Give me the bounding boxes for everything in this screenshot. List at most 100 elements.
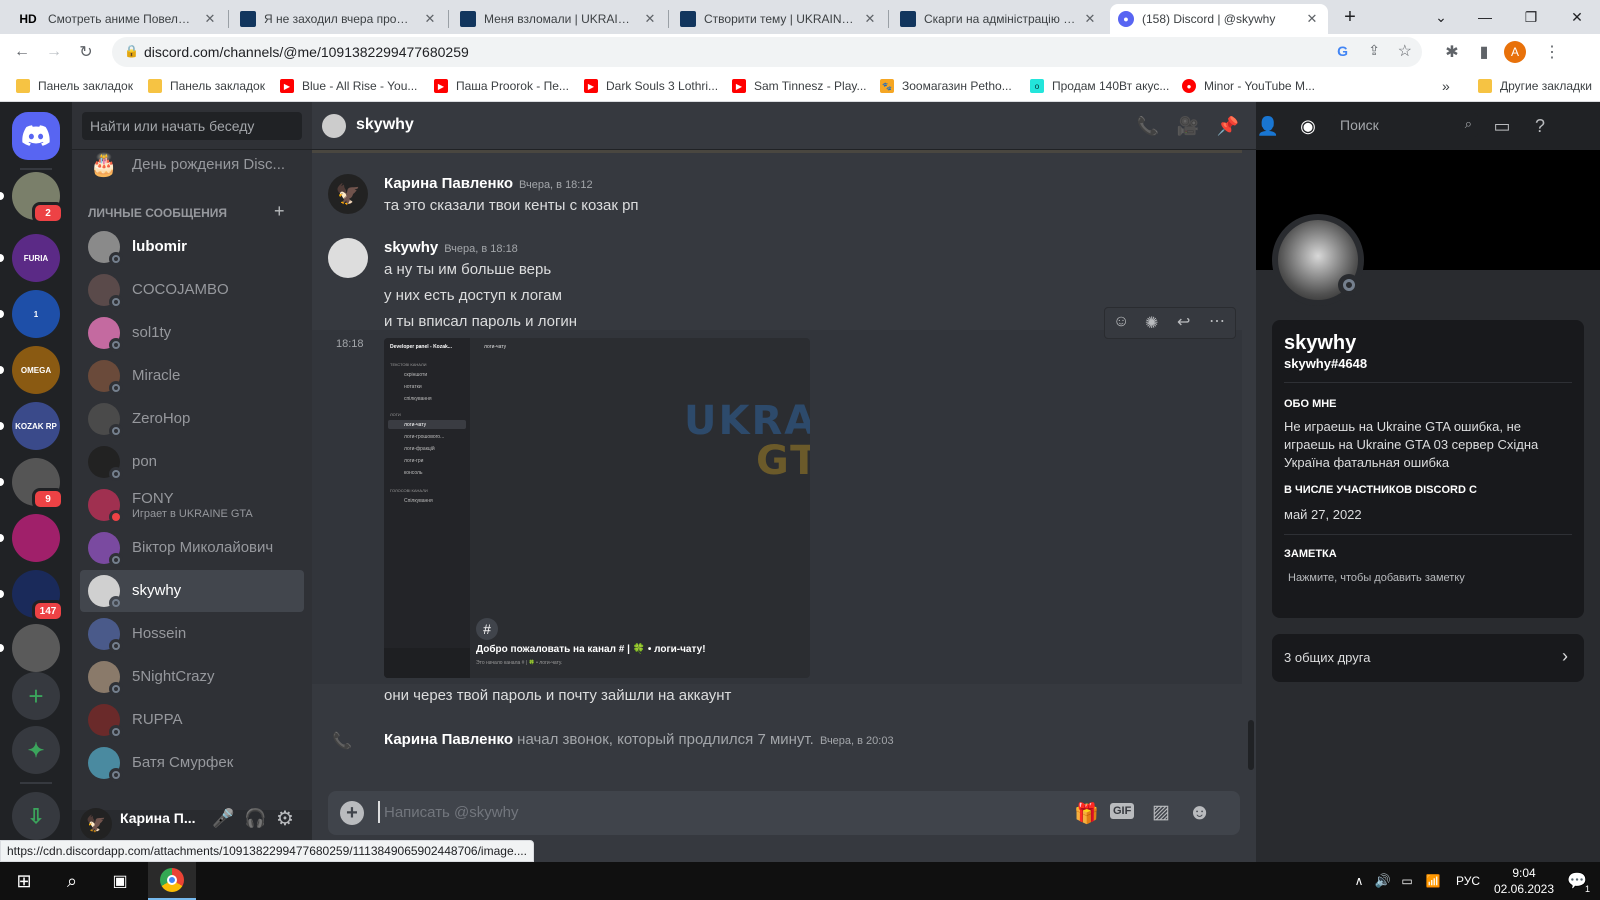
explore-servers-icon[interactable]: ✦ — [12, 726, 60, 774]
download-apps-icon[interactable]: ⇩ — [12, 792, 60, 840]
pinned-messages-icon[interactable]: 📌 — [1216, 114, 1240, 138]
dm-item[interactable]: RUPPA — [80, 699, 304, 741]
extensions-icon[interactable]: ✱ — [1440, 40, 1464, 64]
server-icon[interactable]: 147 — [0, 570, 64, 622]
server-icon[interactable]: 2 — [0, 172, 64, 224]
browser-tab[interactable]: HD Смотреть аниме Повелитель ✕ — [8, 4, 226, 34]
settings-gear-icon[interactable]: ⚙ — [276, 806, 294, 831]
browser-tab[interactable]: Меня взломали | UKRAINE G ✕ — [452, 4, 666, 34]
server-icon[interactable]: 1 — [0, 290, 60, 338]
browser-tab[interactable]: Я не заходил вчера прошу р ✕ — [232, 4, 446, 34]
user-avatar[interactable]: 🦅 — [80, 808, 112, 840]
bookmark-item[interactable]: ▶ Blue - All Rise - You... — [280, 77, 417, 95]
message-author[interactable]: Карина Павленко Вчера, в 18:12 — [384, 175, 593, 192]
mutual-friends-button[interactable]: 3 общих друга › — [1272, 634, 1584, 682]
reply-icon[interactable]: ↩ — [1177, 312, 1190, 332]
dm-item[interactable]: Hossein — [80, 613, 304, 655]
dm-item[interactable]: skywhy — [80, 570, 304, 612]
tab-close-icon[interactable]: ✕ — [1304, 11, 1320, 27]
dm-item[interactable]: pon — [80, 441, 304, 483]
bookmark-item[interactable]: ▶ Sam Tinnesz - Play... — [732, 77, 866, 95]
create-dm-icon[interactable]: + — [274, 201, 285, 222]
server-icon[interactable]: 9 — [0, 458, 64, 510]
bookmark-item[interactable]: Панель закладок — [16, 77, 133, 95]
dm-item[interactable]: Віктор Миколайович — [80, 527, 304, 569]
find-conversation-input[interactable]: Найти или начать беседу — [82, 112, 302, 140]
dm-item[interactable]: ZeroHop — [80, 398, 304, 440]
server-icon[interactable]: FURIA — [0, 234, 60, 282]
super-reaction-icon[interactable]: ✺ — [1145, 313, 1158, 333]
chat-scrollbar[interactable] — [1248, 720, 1254, 770]
bookmark-item[interactable]: ▶ Паша Proorok - Пе... — [434, 77, 569, 95]
dm-item[interactable]: lubomir — [80, 226, 304, 268]
tab-close-icon[interactable]: ✕ — [862, 11, 878, 27]
network-icon[interactable]: 📶 — [1422, 862, 1444, 900]
bookmark-star-icon[interactable]: ☆ — [1398, 41, 1412, 61]
battery-icon[interactable]: ▭ — [1396, 862, 1418, 900]
tab-close-icon[interactable]: ✕ — [1082, 11, 1098, 27]
search-input[interactable]: Поиск ⌕ — [1334, 113, 1478, 137]
dm-item[interactable]: sol1ty — [80, 312, 304, 354]
search-icon[interactable]: ⌕ — [48, 862, 96, 900]
voice-call-icon[interactable]: 📞 — [1136, 114, 1160, 138]
side-panel-icon[interactable]: ▮ — [1472, 40, 1496, 64]
author-avatar[interactable]: 🦅 — [328, 174, 368, 214]
tab-close-icon[interactable]: ✕ — [642, 11, 658, 27]
windows-start-icon[interactable]: ⊞ — [0, 862, 48, 900]
bookmark-item[interactable]: o Продам 140Вт акус... — [1030, 77, 1169, 95]
browser-tab[interactable]: Скарги на адміністрацію | U ✕ — [892, 4, 1106, 34]
server-icon[interactable]: KOZAK RP — [0, 402, 60, 450]
author-avatar[interactable] — [328, 238, 368, 278]
dm-item[interactable]: FONY Играет в UKRAINE GTA — [80, 484, 304, 526]
dm-item[interactable]: Miracle — [80, 355, 304, 397]
more-options-icon[interactable]: ⋯ — [1209, 311, 1225, 331]
browser-tab[interactable]: Створити тему | UKRAINE GT ✕ — [672, 4, 886, 34]
add-reaction-icon[interactable]: ☺ — [1113, 313, 1129, 331]
bookmarks-more-icon[interactable]: » — [1442, 77, 1450, 95]
video-call-icon[interactable]: 🎥 — [1176, 114, 1200, 138]
note-input[interactable]: Нажмите, чтобы добавить заметку — [1288, 572, 1465, 584]
sticker-icon[interactable]: ▨ — [1152, 801, 1170, 824]
reload-icon[interactable]: ↻ — [74, 40, 98, 64]
menu-kebab-icon[interactable]: ⋮ — [1540, 40, 1564, 64]
emoji-icon[interactable]: ☻ — [1188, 799, 1211, 825]
gif-icon[interactable]: GIF — [1110, 803, 1135, 819]
chrome-taskbar-icon[interactable] — [148, 862, 196, 900]
discord-home-icon[interactable] — [12, 112, 60, 160]
server-icon[interactable] — [0, 624, 60, 672]
help-icon[interactable]: ? — [1528, 114, 1552, 138]
headphones-icon[interactable]: 🎧 — [244, 808, 266, 829]
message-author[interactable]: skywhy Вчера, в 18:18 — [384, 239, 518, 256]
bookmark-item[interactable]: ● Minor - YouTube M... — [1182, 77, 1315, 95]
task-view-icon[interactable]: ▣ — [96, 862, 144, 900]
close-window-icon[interactable]: ✕ — [1554, 0, 1600, 34]
add-friends-icon[interactable]: 👤 — [1256, 114, 1280, 138]
new-tab-button[interactable]: + — [1330, 0, 1370, 34]
call-author[interactable]: Карина Павленко — [384, 731, 513, 748]
profile-avatar[interactable]: A — [1504, 41, 1526, 63]
gift-icon[interactable]: 🎁 — [1074, 801, 1099, 826]
server-icon[interactable]: OMEGA — [0, 346, 60, 394]
bookmark-item[interactable]: ▶ Dark Souls 3 Lothri... — [584, 77, 718, 95]
clock[interactable]: 9:04 02.06.2023 — [1490, 865, 1558, 897]
image-attachment[interactable]: Developer panel - Kozak... ТЕКСТОВІ КАНА… — [384, 338, 810, 678]
tab-close-icon[interactable]: ✕ — [202, 11, 218, 27]
dm-item[interactable]: Батя Смурфек — [80, 742, 304, 784]
back-icon[interactable]: ← — [10, 40, 34, 64]
dm-item[interactable]: 5NightCrazy — [80, 656, 304, 698]
restore-icon[interactable]: ❐ — [1508, 0, 1554, 34]
tray-chevron-icon[interactable]: ∧ — [1350, 862, 1368, 900]
inbox-icon[interactable]: ▭ — [1490, 114, 1514, 138]
mute-mic-icon[interactable]: 🎤 — [212, 808, 234, 829]
language-indicator[interactable]: РУС — [1448, 862, 1488, 900]
birthday-item[interactable]: 🎂 День рождения Disc... — [80, 144, 304, 186]
google-icon[interactable]: G — [1337, 43, 1348, 59]
share-icon[interactable]: ⇪ — [1368, 42, 1380, 59]
message-input[interactable]: Написать @skywhy — [384, 804, 518, 821]
other-bookmarks[interactable]: Другие закладки — [1478, 77, 1592, 95]
bookmark-item[interactable]: Панель закладок — [148, 77, 265, 95]
browser-tab-active[interactable]: ● (158) Discord | @skywhy ✕ — [1110, 4, 1328, 34]
forward-icon[interactable]: → — [42, 40, 66, 64]
minimize-icon[interactable]: — — [1462, 0, 1508, 34]
user-profile-toggle-icon[interactable]: ◉ — [1296, 114, 1320, 138]
